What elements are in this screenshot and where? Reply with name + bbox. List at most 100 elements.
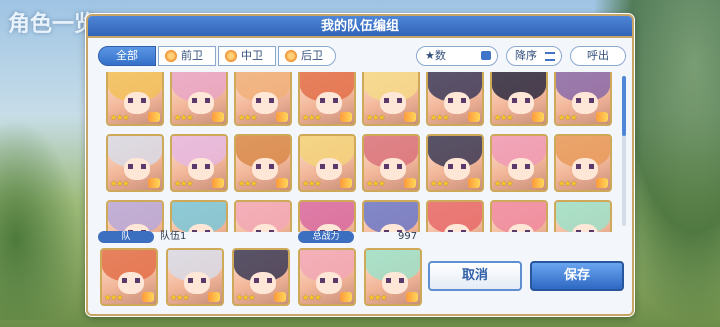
character-card[interactable]: ★★★ [232, 248, 290, 306]
character-roster-grid: ✔ ★★★★★★★★★★★★★★★★★★★★★★★★★★★★★★★★★★★★★★… [106, 72, 620, 232]
portrait-eyes [320, 164, 338, 169]
portrait-face [252, 92, 278, 114]
portrait-eyes [384, 98, 402, 103]
character-card[interactable]: ★★★ [426, 200, 484, 232]
filter-toolbar: 全部 前卫 中卫 后卫 ★数 降序 呼出 [98, 46, 626, 68]
position-icon [225, 50, 237, 62]
star-rating: ★★★ [174, 113, 193, 122]
portrait-eyes [320, 278, 338, 283]
portrait-eyes [188, 278, 206, 283]
portrait-face [508, 158, 534, 180]
character-card[interactable]: ★★★ [426, 134, 484, 192]
character-card[interactable]: ★★★ [364, 248, 422, 306]
character-card[interactable]: ★★★ [170, 134, 228, 192]
portrait-eyes [320, 98, 338, 103]
character-card[interactable]: ★★★ [100, 248, 158, 306]
portrait-face [124, 158, 150, 180]
star-rating: ★★★ [558, 179, 577, 188]
character-card[interactable]: ★★★ [490, 134, 548, 192]
call-button[interactable]: 呼出 [570, 46, 626, 66]
star-rating: ★★★ [558, 113, 577, 122]
character-card[interactable]: ★★★ [554, 72, 612, 126]
portrait-eyes [128, 164, 146, 169]
portrait-eyes [256, 164, 274, 169]
character-card[interactable]: ★★★ [298, 248, 356, 306]
character-card[interactable]: ★★★ [234, 200, 292, 232]
character-card[interactable]: ★★★ [234, 72, 292, 126]
position-icon [340, 112, 352, 122]
character-card[interactable]: ★★★ [170, 72, 228, 126]
character-card[interactable]: ★★★ [362, 200, 420, 232]
star-rating: ★★★ [174, 179, 193, 188]
character-card[interactable]: ★★★ [298, 72, 356, 126]
call-label: 呼出 [587, 49, 609, 62]
star-rating: ★★★ [494, 179, 513, 188]
tab-front-label: 前卫 [181, 49, 203, 62]
portrait-eyes [576, 98, 594, 103]
position-icon [274, 292, 286, 302]
portrait-eyes [384, 164, 402, 169]
position-icon [468, 178, 480, 188]
position-icon [208, 292, 220, 302]
character-card[interactable]: ★★★ [362, 134, 420, 192]
tab-all-label: 全部 [116, 49, 138, 62]
character-card[interactable]: ★★★ [298, 200, 356, 232]
cancel-button[interactable]: 取消 [428, 261, 522, 291]
portrait-face [118, 272, 144, 294]
character-card[interactable]: ★★★ [554, 134, 612, 192]
portrait-face [184, 272, 210, 294]
tab-middle[interactable]: 中卫 [218, 46, 276, 66]
portrait-face [316, 92, 342, 114]
position-icon [404, 178, 416, 188]
background-title: 角色一览 [8, 12, 97, 37]
star-rating: ★★★ [302, 293, 321, 302]
character-card[interactable]: ★★★ [106, 134, 164, 192]
character-card[interactable]: ★★★ [298, 134, 356, 192]
star-rating: ★★★ [104, 293, 123, 302]
star-rating: ★★★ [302, 179, 321, 188]
position-icon [340, 178, 352, 188]
portrait-face [316, 158, 342, 180]
position-icon [532, 178, 544, 188]
portrait-eyes [576, 230, 594, 232]
position-icon [148, 112, 160, 122]
tab-middle-label: 中卫 [241, 49, 263, 62]
position-icon [276, 178, 288, 188]
character-card[interactable]: ★★★ [490, 200, 548, 232]
team-name[interactable]: 队伍1 [160, 231, 186, 243]
character-card[interactable]: ★★★ [166, 248, 224, 306]
character-card[interactable]: ★★★ [170, 200, 228, 232]
character-card[interactable]: ★★★ [106, 72, 164, 126]
sort-key-label: ★数 [425, 49, 446, 62]
character-card[interactable]: ★★★ [234, 134, 292, 192]
character-card[interactable]: ★★★ [106, 200, 164, 232]
portrait-face [252, 158, 278, 180]
tab-all[interactable]: 全部 [98, 46, 156, 66]
tab-back[interactable]: 后卫 [278, 46, 336, 66]
character-card[interactable]: ★★★ [490, 72, 548, 126]
portrait-eyes [128, 98, 146, 103]
tab-front[interactable]: 前卫 [158, 46, 216, 66]
save-button[interactable]: 保存 [530, 261, 624, 291]
sort-icon [545, 52, 555, 61]
star-rating: ★★★ [302, 113, 321, 122]
portrait-face [188, 158, 214, 180]
character-card[interactable]: ★★★ [554, 200, 612, 232]
team-tag: 队 [98, 231, 154, 243]
team-info-bar: 队 队伍1 总战力 997 [98, 231, 418, 245]
position-icon [212, 112, 224, 122]
star-rating: ★★★ [236, 293, 255, 302]
character-card[interactable]: ★★★ [362, 72, 420, 126]
character-card[interactable]: ★★★ [426, 72, 484, 126]
portrait-face [572, 158, 598, 180]
portrait-face [572, 92, 598, 114]
layers-icon [481, 51, 491, 60]
scrollbar-thumb[interactable] [622, 76, 626, 136]
position-icon [596, 112, 608, 122]
sort-key-button[interactable]: ★数 [416, 46, 498, 66]
roster-scrollbar[interactable] [622, 76, 626, 226]
star-rating: ★★★ [430, 113, 449, 122]
position-icon [142, 292, 154, 302]
position-icon [212, 178, 224, 188]
sort-order-button[interactable]: 降序 [506, 46, 562, 66]
